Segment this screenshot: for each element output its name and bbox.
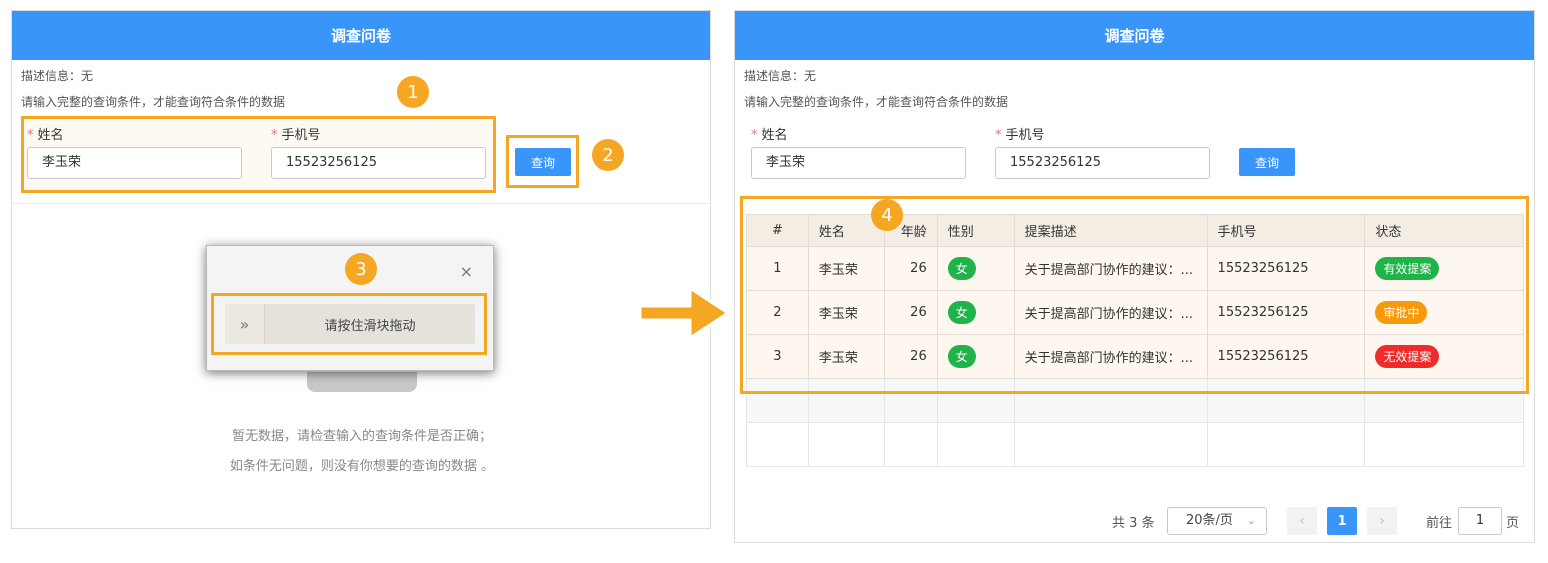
query-button[interactable]: 查询 (1239, 148, 1295, 176)
description-text: 描述信息：无 (744, 69, 817, 83)
step-badge-3: 3 (345, 253, 377, 285)
hint-text: 请输入完整的查询条件，才能查询符合条件的数据 (744, 95, 1009, 109)
page-size-select[interactable]: 20条/页 ⌄ (1167, 507, 1267, 535)
phone-input[interactable]: 15523256125 (271, 147, 486, 179)
required-mark: * (995, 128, 1002, 143)
panel-title: 调查问卷 (735, 11, 1534, 60)
phone-label-text: 手机号 (281, 128, 321, 143)
current-page-button[interactable]: 1 (1327, 507, 1357, 535)
empty-illustration (307, 372, 417, 392)
step-badge-4: 4 (871, 199, 903, 231)
empty-state-line1: 暂无数据，请检查输入的查询条件是否正确； (231, 429, 492, 444)
required-mark: * (27, 128, 34, 143)
slider-captcha-dialog: 3 × » 请按住滑块拖动 (206, 245, 494, 371)
page-size-value: 20条/页 (1186, 513, 1233, 528)
phone-label: * 手机号 (271, 124, 321, 143)
prev-page-icon[interactable]: ‹ (1287, 507, 1317, 535)
phone-input[interactable]: 15523256125 (995, 147, 1210, 179)
slider-text: 请按住滑块拖动 (324, 318, 416, 334)
table-highlight-box (740, 196, 1529, 394)
name-input[interactable]: 李玉荣 (27, 147, 242, 179)
empty-row (746, 422, 1524, 467)
description-text: 描述信息：无 (21, 69, 94, 83)
arrow-right-icon (638, 286, 730, 340)
goto-label: 前往 (1426, 515, 1453, 531)
empty-state-line2: 如条件无问题，则没有你想要的查询的数据 。 (229, 459, 495, 474)
required-mark: * (271, 128, 278, 143)
panel-title: 调查问卷 (12, 11, 710, 60)
pagination-total: 共 3 条 (1112, 515, 1155, 531)
name-input[interactable]: 李玉荣 (751, 147, 966, 179)
phone-label: * 手机号 (995, 124, 1045, 143)
required-mark: * (751, 128, 758, 143)
slider-handle-icon[interactable]: » (225, 304, 265, 344)
divider (12, 203, 710, 204)
close-icon[interactable]: × (460, 262, 473, 281)
name-label: * 姓名 (751, 124, 788, 143)
page-unit-label: 页 (1506, 515, 1520, 531)
step-badge-1: 1 (397, 76, 429, 108)
phone-label-text: 手机号 (1005, 128, 1045, 143)
hint-text: 请输入完整的查询条件，才能查询符合条件的数据 (21, 95, 286, 109)
right-survey-panel: 调查问卷 描述信息：无 请输入完整的查询条件，才能查询符合条件的数据 * 姓名 李… (734, 10, 1535, 543)
chevron-down-icon: ⌄ (1246, 514, 1256, 527)
step-badge-2: 2 (592, 139, 624, 171)
name-label-text: 姓名 (37, 128, 64, 143)
goto-page-input[interactable]: 1 (1458, 507, 1502, 535)
next-page-icon[interactable]: › (1367, 507, 1397, 535)
name-label-text: 姓名 (761, 128, 788, 143)
name-label: * 姓名 (27, 124, 64, 143)
slider-track[interactable]: » 请按住滑块拖动 (225, 304, 475, 344)
query-button[interactable]: 查询 (515, 148, 571, 176)
